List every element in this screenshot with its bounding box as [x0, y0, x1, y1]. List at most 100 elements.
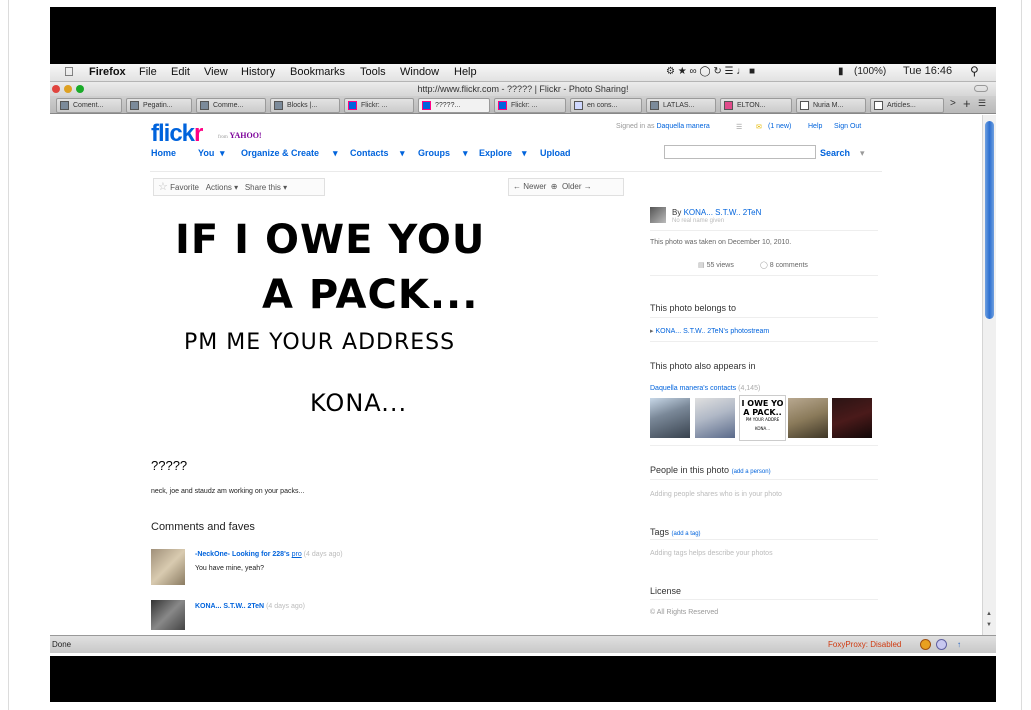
owner-avatar[interactable] [650, 207, 666, 223]
nav-explore-caret-icon[interactable]: ▾ [522, 148, 527, 159]
tab-6-active[interactable]: ?????... [418, 98, 490, 113]
photostream-link[interactable]: KONA... S.T.W.. 2TeN's photostream [655, 328, 769, 335]
avatar[interactable] [151, 549, 185, 585]
addon-icon[interactable] [936, 639, 947, 650]
comment-author-link[interactable]: -NeckOne- Looking for 228's pro (4 days … [195, 551, 343, 558]
add-tag-link[interactable]: (add a tag) [672, 531, 701, 537]
context-thumbnail[interactable] [650, 398, 690, 438]
search-input[interactable] [664, 145, 816, 159]
newer-button[interactable]: ← Newer [513, 182, 546, 191]
extension-icon[interactable] [920, 639, 931, 650]
tab-overflow-icon[interactable]: > [950, 98, 956, 109]
nav-you[interactable]: You [198, 148, 214, 158]
nav-you-caret-icon[interactable]: ▾ [220, 148, 225, 159]
search-caret-icon[interactable]: ▾ [860, 148, 865, 159]
battery-icon[interactable]: ▮ [838, 66, 844, 77]
nav-contacts[interactable]: Contacts [350, 148, 389, 158]
comment-time[interactable]: (4 days ago) [266, 603, 305, 610]
tab-8[interactable]: en cons... [570, 98, 642, 113]
context-thumbnail-current[interactable]: I OWE YO A PACK.. PM YOUR ADDRE KONA... [739, 395, 786, 441]
context-thumbnail[interactable] [832, 398, 872, 438]
tab-12[interactable]: Articles... [870, 98, 944, 113]
nav-groups[interactable]: Groups [418, 148, 450, 158]
pro-badge[interactable]: pro [292, 551, 302, 558]
signed-in-user-link[interactable]: Daquella manera [656, 123, 709, 130]
spotlight-icon[interactable]: ⚲ [970, 64, 979, 78]
zoom-icon[interactable]: ⊕ [551, 182, 558, 191]
apple-icon[interactable]:  [64, 64, 74, 79]
yahoo-text: YAHOO! [229, 131, 262, 140]
download-icon[interactable]: ↑ [957, 636, 961, 653]
help-link[interactable]: Help [808, 123, 822, 130]
battery-percent[interactable]: (100%) [854, 66, 886, 77]
context-thumbnail[interactable] [695, 398, 735, 438]
nav-explore[interactable]: Explore [479, 148, 512, 158]
actions-button[interactable]: Actions [206, 183, 232, 192]
menu-view[interactable]: View [204, 66, 228, 78]
menu-edit[interactable]: Edit [171, 66, 190, 78]
search-button[interactable]: Search [820, 148, 850, 158]
new-mail-link[interactable]: (1 new) [768, 123, 791, 130]
sign-out-link[interactable]: Sign Out [834, 123, 861, 130]
tab-4[interactable]: Blocks |... [270, 98, 340, 113]
add-person-link[interactable]: (add a person) [732, 469, 771, 475]
yahoo-from: from [218, 135, 228, 140]
tab-list-icon[interactable]: ☰ [978, 98, 986, 109]
new-tab-icon[interactable]: + [963, 96, 971, 111]
menu-history[interactable]: History [241, 66, 275, 78]
comment-author-link[interactable]: KONA... S.T.W.. 2TeN (4 days ago) [195, 603, 305, 610]
nav-organize-caret-icon[interactable]: ▾ [333, 148, 338, 159]
tab-10[interactable]: ELTON... [720, 98, 792, 113]
tab-1[interactable]: Coment... [56, 98, 122, 113]
vertical-scrollbar[interactable]: ▲ ▼ [982, 115, 996, 635]
menu-tools[interactable]: Tools [360, 66, 386, 78]
context-thumbnail[interactable] [788, 398, 828, 438]
menu-window[interactable]: Window [400, 66, 439, 78]
menu-clock[interactable]: Tue 16:46 [903, 65, 952, 77]
nav-upload[interactable]: Upload [540, 148, 571, 158]
zoom-window-icon[interactable] [76, 85, 84, 93]
nav-contacts-caret-icon[interactable]: ▾ [400, 148, 405, 159]
nav-home[interactable]: Home [151, 148, 176, 158]
tab-9[interactable]: LATLAS... [646, 98, 716, 113]
menu-app-name[interactable]: Firefox [89, 66, 126, 78]
nav-organize[interactable]: Organize & Create [241, 148, 319, 158]
tab-11[interactable]: Nuria M... [796, 98, 866, 113]
nav-groups-caret-icon[interactable]: ▾ [463, 148, 468, 159]
menu-bookmarks[interactable]: Bookmarks [290, 66, 345, 78]
menu-file[interactable]: File [139, 66, 157, 78]
expand-triangle-icon[interactable]: ▸ [650, 328, 654, 335]
owner-link[interactable]: KONA... S.T.W.. 2TeN [684, 208, 762, 217]
foxyproxy-status[interactable]: FoxyProxy: Disabled [828, 636, 901, 653]
comment-author[interactable]: KONA... S.T.W.. 2TeN [195, 603, 264, 610]
minimize-window-icon[interactable] [64, 85, 72, 93]
actions-caret-icon[interactable]: ▾ [234, 183, 238, 192]
scroll-up-icon[interactable]: ▲ [986, 611, 992, 617]
mail-icon[interactable]: ✉ [756, 123, 762, 131]
photostream-item[interactable]: ▸ KONA... S.T.W.. 2TeN's photostream [650, 327, 769, 335]
share-button[interactable]: Share this [245, 183, 281, 192]
favorite-star-icon[interactable]: ☆ [158, 181, 168, 193]
comment-time[interactable]: (4 days ago) [304, 551, 343, 558]
tab-7[interactable]: Flickr: ... [494, 98, 566, 113]
favorite-button[interactable]: Favorite [170, 183, 199, 192]
photo-description: neck, joe and staudz am working on your … [151, 488, 305, 495]
avatar[interactable] [151, 600, 185, 630]
close-window-icon[interactable] [52, 85, 60, 93]
scroll-down-icon[interactable]: ▼ [986, 622, 992, 628]
comment-author[interactable]: -NeckOne- Looking for 228's [195, 551, 290, 558]
tab-3[interactable]: Comme... [196, 98, 266, 113]
views-count: ▤ 55 views [698, 261, 734, 269]
settings-icon[interactable]: ☰ [736, 123, 742, 131]
menu-help[interactable]: Help [454, 66, 477, 78]
toolbar-toggle-icon[interactable] [974, 85, 988, 92]
main-photo[interactable]: IF I OWE YOU A PACK... PM ME YOUR ADDRES… [150, 207, 610, 437]
status-icons[interactable]: ⚙ ★ ∞ ◯ ↻ ☰ ♩ ■ [666, 66, 755, 77]
tab-5[interactable]: Flickr: ... [344, 98, 414, 113]
contacts-link[interactable]: Daquella manera's contacts [650, 385, 736, 392]
share-caret-icon[interactable]: ▾ [283, 183, 287, 192]
older-button[interactable]: Older → [562, 182, 592, 191]
flickr-logo[interactable]: flickr [151, 120, 203, 148]
tab-2[interactable]: Pegatin... [126, 98, 192, 113]
scrollbar-thumb[interactable] [985, 121, 994, 319]
